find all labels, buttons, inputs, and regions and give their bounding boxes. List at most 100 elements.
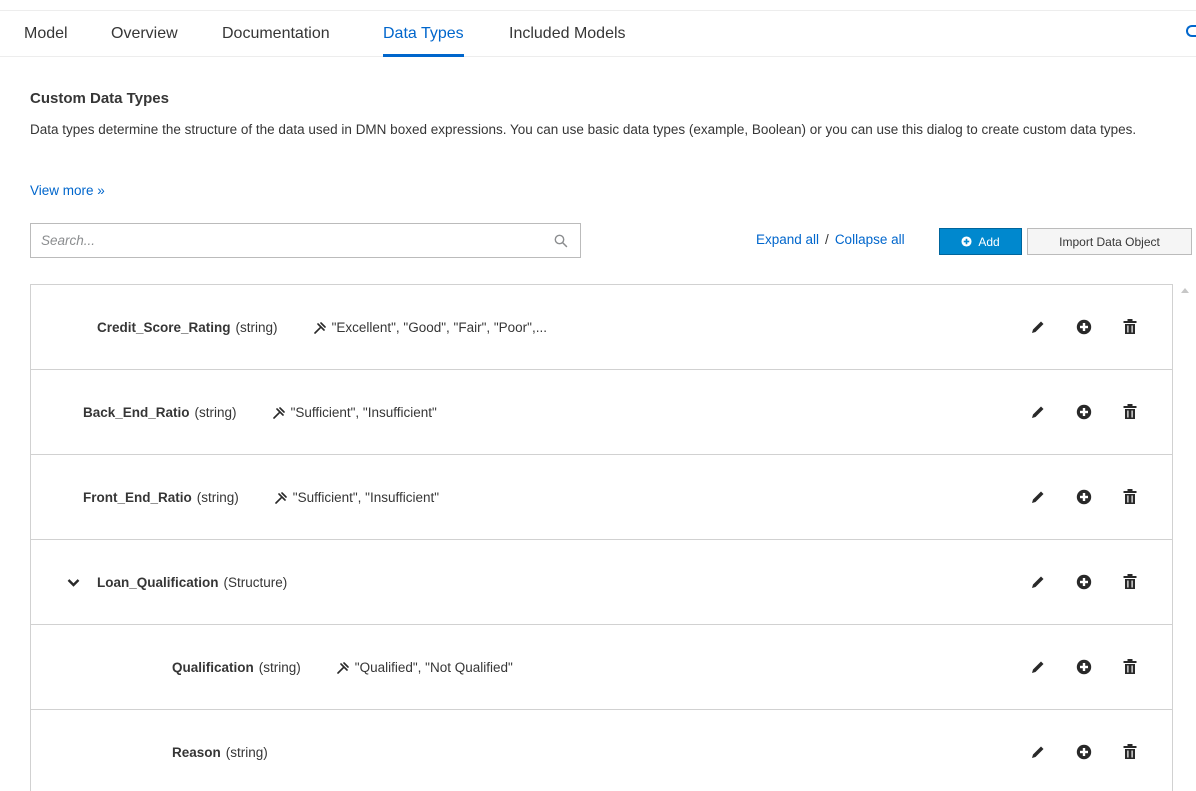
data-type-name: Reason	[172, 745, 221, 760]
data-type-name: Front_End_Ratio	[83, 490, 192, 505]
row-content: Qualification (string) "Qualified", "Not…	[172, 625, 513, 710]
trash-icon	[1123, 489, 1137, 504]
row-content: Loan_Qualification (Structure)	[97, 540, 287, 625]
constraint: "Sufficient", "Insufficient"	[272, 405, 437, 420]
tab-model[interactable]: Model	[24, 11, 68, 57]
delete-button[interactable]	[1120, 742, 1140, 762]
scroll-up-arrow-icon[interactable]	[1181, 288, 1189, 293]
pencil-icon	[1032, 576, 1044, 588]
data-type-row[interactable]: Loan_Qualification (Structure)	[31, 540, 1172, 625]
add-nested-button[interactable]	[1074, 402, 1094, 422]
row-actions	[1002, 657, 1140, 677]
expand-collapse-controls: Expand all / Collapse all	[756, 232, 905, 247]
pencil-icon	[1032, 406, 1044, 418]
search-box	[30, 223, 581, 258]
data-type-type: (Structure)	[223, 575, 288, 590]
data-type-row[interactable]: Qualification (string) "Qualified", "Not…	[31, 625, 1172, 710]
data-type-name: Back_End_Ratio	[83, 405, 190, 420]
edit-button[interactable]	[1028, 742, 1048, 762]
list-scrollbar[interactable]	[1174, 284, 1196, 791]
section-title: Custom Data Types	[30, 90, 169, 107]
data-type-type: (string)	[258, 660, 301, 675]
data-type-row[interactable]: Back_End_Ratio (string) "Sufficient", "I…	[31, 370, 1172, 455]
trash-icon	[1123, 744, 1137, 759]
plus-circle-icon	[1076, 744, 1092, 760]
edit-button[interactable]	[1028, 317, 1048, 337]
constraint: "Excellent", "Good", "Fair", "Poor",...	[313, 320, 547, 335]
row-content: Back_End_Ratio (string) "Sufficient", "I…	[83, 370, 437, 455]
data-type-row[interactable]: Credit_Score_Rating (string) "Excellent"…	[31, 285, 1172, 370]
trash-icon	[1123, 659, 1137, 674]
data-type-row[interactable]: Front_End_Ratio (string) "Sufficient", "…	[31, 455, 1172, 540]
search-input[interactable]	[31, 224, 561, 257]
trash-icon	[1123, 319, 1137, 334]
add-nested-button[interactable]	[1074, 742, 1094, 762]
plus-circle-icon	[1076, 319, 1092, 335]
data-type-type: (string)	[225, 745, 268, 760]
plus-circle-icon	[961, 236, 972, 247]
pencil-icon	[1032, 661, 1044, 673]
constraint-value: "Sufficient", "Insufficient"	[292, 490, 440, 505]
expand-all-link[interactable]: Expand all	[756, 232, 819, 247]
tab-documentation[interactable]: Documentation	[222, 11, 330, 57]
edit-button[interactable]	[1028, 487, 1048, 507]
data-type-type: (string)	[235, 320, 278, 335]
add-nested-button[interactable]	[1074, 487, 1094, 507]
edit-button[interactable]	[1028, 572, 1048, 592]
tab-overview[interactable]: Overview	[111, 11, 178, 57]
separator: /	[825, 232, 829, 247]
edit-button[interactable]	[1028, 402, 1048, 422]
constraint: "Sufficient", "Insufficient"	[274, 490, 440, 505]
add-button[interactable]: Add	[939, 228, 1022, 255]
data-type-name: Credit_Score_Rating	[97, 320, 231, 335]
pencil-icon	[1032, 746, 1044, 758]
row-actions	[1002, 402, 1140, 422]
row-content: Reason (string)	[172, 710, 268, 791]
plus-circle-icon	[1076, 404, 1092, 420]
delete-button[interactable]	[1120, 487, 1140, 507]
constraint: "Qualified", "Not Qualified"	[336, 660, 513, 675]
data-type-type: (string)	[196, 490, 239, 505]
constraint-icon	[336, 661, 349, 674]
collapse-all-link[interactable]: Collapse all	[835, 232, 905, 247]
constraint-value: "Excellent", "Good", "Fair", "Poor",...	[331, 320, 547, 335]
constraint-icon	[313, 321, 326, 334]
trash-icon	[1123, 574, 1137, 589]
constraint-value: "Qualified", "Not Qualified"	[354, 660, 513, 675]
delete-button[interactable]	[1120, 402, 1140, 422]
view-more-link[interactable]: View more »	[30, 183, 105, 198]
pencil-icon	[1032, 321, 1044, 333]
data-type-name: Loan_Qualification	[97, 575, 219, 590]
data-type-name: Qualification	[172, 660, 254, 675]
row-actions	[1002, 487, 1140, 507]
constraint-value: "Sufficient", "Insufficient"	[290, 405, 437, 420]
data-type-list: Credit_Score_Rating (string) "Excellent"…	[30, 284, 1173, 791]
import-data-object-button[interactable]: Import Data Object	[1027, 228, 1192, 255]
section-description: Data types determine the structure of th…	[30, 122, 1137, 137]
row-actions	[1002, 572, 1140, 592]
overflow-tab-edge[interactable]	[1186, 25, 1196, 37]
add-button-label: Add	[978, 234, 1000, 249]
chevron-down-icon[interactable]	[67, 576, 80, 589]
add-nested-button[interactable]	[1074, 317, 1094, 337]
plus-circle-icon	[1076, 659, 1092, 675]
row-content: Front_End_Ratio (string) "Sufficient", "…	[83, 455, 439, 540]
edit-button[interactable]	[1028, 657, 1048, 677]
constraint-icon	[272, 406, 285, 419]
tab-included-models[interactable]: Included Models	[509, 11, 626, 57]
pencil-icon	[1032, 491, 1044, 503]
trash-icon	[1123, 404, 1137, 419]
add-nested-button[interactable]	[1074, 657, 1094, 677]
row-content: Credit_Score_Rating (string) "Excellent"…	[97, 285, 547, 370]
constraint-icon	[274, 491, 287, 504]
search-icon[interactable]	[554, 234, 568, 248]
delete-button[interactable]	[1120, 657, 1140, 677]
delete-button[interactable]	[1120, 572, 1140, 592]
delete-button[interactable]	[1120, 317, 1140, 337]
tab-bar: Model Overview Documentation Data Types …	[0, 10, 1196, 57]
row-actions	[1002, 742, 1140, 762]
row-actions	[1002, 317, 1140, 337]
tab-data-types[interactable]: Data Types	[383, 11, 464, 57]
add-nested-button[interactable]	[1074, 572, 1094, 592]
data-type-row[interactable]: Reason (string)	[31, 710, 1172, 791]
